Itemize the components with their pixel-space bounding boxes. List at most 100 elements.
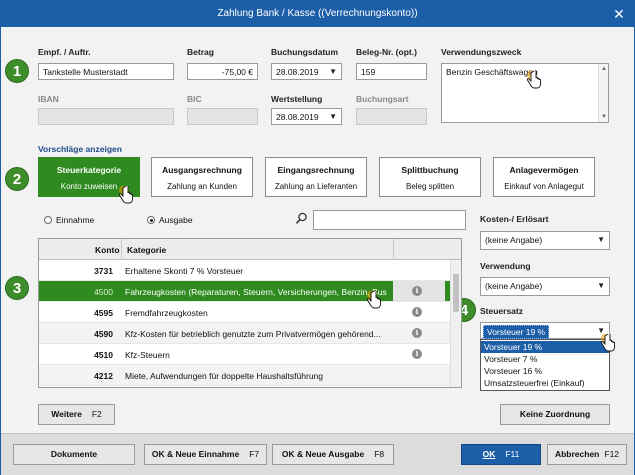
- dropdown-option[interactable]: Vorsteuer 7 %: [481, 353, 609, 365]
- ok-button[interactable]: OK F11: [461, 444, 541, 465]
- abbrechen-button[interactable]: Abbrechen F12: [547, 444, 627, 465]
- verwendung-label: Verwendung: [480, 261, 531, 271]
- table-row[interactable]: 4510 Kfz-Steuern i: [39, 344, 451, 365]
- ok-neue-einnahme-button[interactable]: OK & Neue Einnahme F7: [144, 444, 267, 465]
- table-row-selected[interactable]: 4500 Fahrzeugkosten (Reparaturen, Steuer…: [39, 281, 451, 302]
- keine-zuordnung-button[interactable]: Keine Zuordnung: [500, 404, 610, 425]
- dokumente-button[interactable]: Dokumente: [13, 444, 135, 465]
- abbrechen-label: Abbrechen: [554, 449, 600, 459]
- steuersatz-select[interactable]: Vorsteuer 19 % ▼: [480, 322, 610, 339]
- ausgabe-radio[interactable]: [147, 216, 155, 224]
- anlagevermoegen-button[interactable]: Anlagevermögen Einkauf von Anlagegut: [493, 157, 595, 197]
- table-row[interactable]: 3731 Erhaltene Skonti 7 % Vorsteuer: [39, 260, 451, 281]
- step-badge-2: 2: [5, 167, 29, 191]
- table-row[interactable]: 4595 Fremdfahrzeugkosten i: [39, 302, 451, 323]
- header-divider: [393, 239, 394, 260]
- neue-einnahme-label: OK & Neue Einnahme: [151, 449, 240, 459]
- dropdown-option[interactable]: Vorsteuer 16 %: [481, 365, 609, 377]
- info-icon[interactable]: i: [412, 286, 422, 296]
- verwendungszweck-scrollbar[interactable]: ▲ ▼: [598, 64, 608, 122]
- row-kategorie: Fremdfahrzeugkosten: [125, 308, 208, 318]
- row-kategorie: Miete, Aufwendungen für doppelte Haushal…: [125, 371, 323, 381]
- einnahme-radio[interactable]: [44, 216, 52, 224]
- verwendungszweck-value: Benzin Geschäftswagen: [446, 67, 538, 77]
- splittbuchung-button[interactable]: Splittbuchung Beleg splitten: [379, 157, 481, 197]
- verwendung-select[interactable]: (keine Angabe) ▼: [480, 277, 610, 296]
- steuerkategorie-title: Steuerkategorie: [56, 165, 122, 175]
- iban-field: [38, 108, 174, 125]
- search-input[interactable]: [313, 210, 466, 230]
- buchungsart-label: Buchungsart: [356, 94, 409, 104]
- steuersatz-value: Vorsteuer 19 %: [483, 325, 550, 339]
- row-konto: 4510: [94, 350, 113, 360]
- table-row[interactable]: 4212 Miete, Aufwendungen für doppelte Ha…: [39, 365, 451, 386]
- wertstellung-value: 28.08.2019: [276, 112, 319, 122]
- payment-dialog: Zahlung Bank / Kasse ((Verrechnungskonto…: [0, 0, 635, 475]
- kosten-select[interactable]: (keine Angabe) ▼: [480, 231, 610, 250]
- step-badge-1: 1: [5, 59, 29, 83]
- ausgangsrechnung-button[interactable]: Ausgangsrechnung Zahlung an Kunden: [151, 157, 253, 197]
- abbrechen-shortcut: F12: [604, 449, 620, 459]
- table-row[interactable]: 4590 Kfz-Kosten für betrieblich genutzte…: [39, 323, 451, 344]
- chevron-down-icon[interactable]: ▼: [329, 112, 337, 121]
- close-icon[interactable]: ✕: [610, 5, 628, 23]
- neue-einnahme-shortcut: F7: [249, 449, 260, 459]
- info-icon[interactable]: i: [412, 307, 422, 317]
- ok-label: OK: [482, 449, 496, 459]
- anlagevermoegen-title: Anlagevermögen: [509, 165, 579, 175]
- ok-neue-ausgabe-button[interactable]: OK & Neue Ausgabe F8: [272, 444, 394, 465]
- splittbuchung-sub: Beleg splitten: [405, 182, 455, 191]
- weitere-button[interactable]: Weitere F2: [38, 404, 115, 425]
- row-kategorie: Erhaltene Skonti 7 % Vorsteuer: [125, 266, 244, 276]
- weitere-label: Weitere: [51, 409, 82, 419]
- splittbuchung-title: Splittbuchung: [401, 165, 459, 175]
- verwendung-value: (keine Angabe): [485, 281, 543, 291]
- ausgangsrechnung-title: Ausgangsrechnung: [162, 165, 242, 175]
- ok-shortcut: F11: [505, 449, 520, 459]
- header-divider: [121, 239, 122, 260]
- weitere-shortcut: F2: [91, 409, 102, 419]
- header-kategorie[interactable]: Kategorie: [127, 245, 166, 255]
- wertstellung-label: Wertstellung: [271, 94, 323, 104]
- buchungsdatum-field[interactable]: 28.08.2019 ▼: [271, 63, 342, 80]
- hand-cursor-icon: [526, 71, 541, 89]
- buchungsdatum-value: 28.08.2019: [276, 67, 319, 77]
- info-icon[interactable]: i: [412, 349, 422, 359]
- window-title: Zahlung Bank / Kasse ((Verrechnungskonto…: [217, 8, 418, 19]
- betrag-field[interactable]: -75,00 €: [187, 63, 258, 80]
- dropdown-option[interactable]: Umsatzsteuerfrei (Einkauf): [481, 377, 609, 389]
- search-icon[interactable]: [295, 212, 308, 225]
- buchungsart-field: [356, 108, 427, 125]
- kosten-value: (keine Angabe): [485, 235, 543, 245]
- bic-field: [187, 108, 258, 125]
- wertstellung-field[interactable]: 28.08.2019 ▼: [271, 108, 342, 125]
- iban-label: IBAN: [38, 94, 59, 104]
- einnahme-label: Einnahme: [56, 215, 95, 225]
- dropdown-option[interactable]: Vorsteuer 19 %: [481, 341, 609, 353]
- scrollbar-thumb[interactable]: [453, 274, 459, 312]
- vorschlaege-link[interactable]: Vorschläge anzeigen: [38, 144, 122, 154]
- beleg-field[interactable]: 159: [356, 63, 427, 80]
- table-scrollbar[interactable]: [450, 260, 461, 387]
- row-kategorie: Kfz-Steuern: [125, 350, 170, 360]
- betrag-label: Betrag: [187, 47, 214, 57]
- steuersatz-label: Steuersatz: [480, 306, 523, 316]
- scroll-up-icon[interactable]: ▲: [599, 64, 609, 74]
- category-table: Konto Kategorie 3731 Erhaltene Skonti 7 …: [38, 238, 462, 388]
- neue-ausgabe-label: OK & Neue Ausgabe: [281, 449, 365, 459]
- ausgangsrechnung-sub: Zahlung an Kunden: [167, 182, 237, 191]
- info-icon[interactable]: i: [412, 328, 422, 338]
- row-konto: 4590: [94, 329, 113, 339]
- scroll-down-icon[interactable]: ▼: [599, 112, 609, 122]
- hand-cursor-icon: [118, 186, 133, 204]
- chevron-down-icon[interactable]: ▼: [597, 235, 605, 244]
- eingangsrechnung-sub: Zahlung an Lieferanten: [274, 182, 358, 191]
- chevron-down-icon[interactable]: ▼: [597, 281, 605, 290]
- header-konto[interactable]: Konto: [95, 245, 120, 255]
- row-konto: 3731: [94, 266, 113, 276]
- ausgabe-label: Ausgabe: [159, 215, 193, 225]
- eingangsrechnung-title: Eingangsrechnung: [277, 165, 355, 175]
- empf-field[interactable]: Tankstelle Musterstadt: [38, 63, 174, 80]
- chevron-down-icon[interactable]: ▼: [329, 67, 337, 76]
- eingangsrechnung-button[interactable]: Eingangsrechnung Zahlung an Lieferanten: [265, 157, 367, 197]
